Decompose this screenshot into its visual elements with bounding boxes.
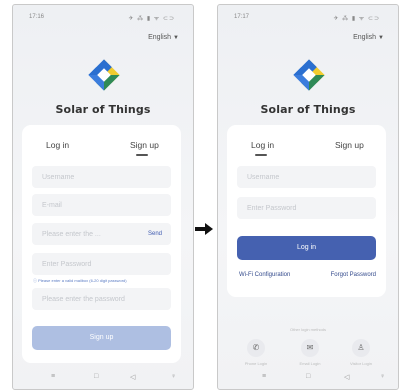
active-tab-indicator (255, 154, 267, 156)
signup-button[interactable]: Sign up (32, 326, 171, 350)
language-selector[interactable]: English ▼ (353, 34, 384, 41)
send-code-button[interactable]: Send (148, 231, 162, 237)
email-login-label: Email Login (299, 361, 321, 366)
app-name: Solar of Things (55, 103, 151, 116)
status-bar: 17:17 ✈ ⁂ ▮ ᯤ ⊂⊃ (218, 11, 398, 22)
status-time: 17:16 (29, 14, 45, 20)
username-field[interactable]: Username (32, 166, 171, 188)
menu-nav-icon[interactable]: ≡ (51, 373, 55, 380)
language-selector[interactable]: English ▼ (148, 34, 179, 41)
phone-icon: ✆ (252, 343, 260, 352)
login-card: Log in Sign up Username Enter Password L… (227, 125, 386, 297)
password-hint-text: Please enter a valid mailbox (6-20 digit… (38, 278, 127, 283)
signup-screen: 17:16 ✈ ⁂ ▮ ᯤ ⊂⊃ English ▼ Solar of Thing… (12, 4, 194, 390)
username-field[interactable]: Username (237, 166, 376, 188)
login-screen: 17:17 ✈ ⁂ ▮ ᯤ ⊂⊃ English ▼ Solar of Thing… (217, 4, 399, 390)
language-label: English (353, 34, 377, 41)
person-icon: ♙ (357, 343, 365, 352)
tab-login[interactable]: Log in (46, 140, 69, 150)
accessibility-nav-icon[interactable]: ♀ (380, 373, 385, 380)
phone-login-label: Phone Login (244, 361, 268, 366)
auth-tabs: Log in Sign up (227, 140, 386, 160)
auth-tabs: Log in Sign up (22, 140, 181, 160)
caret-down-icon: ▼ (173, 35, 179, 41)
confirm-password-field[interactable]: Please enter the password (32, 288, 171, 310)
home-nav-icon[interactable]: □ (94, 373, 98, 380)
login-button[interactable]: Log in (237, 236, 376, 260)
system-nav-bar: ≡ □ ◁ ♀ (13, 373, 193, 383)
solar-of-things-logo (293, 59, 325, 91)
back-nav-icon[interactable]: ◁ (130, 373, 135, 381)
status-bar: 17:16 ✈ ⁂ ▮ ᯤ ⊂⊃ (13, 11, 193, 22)
tab-signup[interactable]: Sign up (130, 140, 159, 150)
right-arrow-icon (195, 223, 213, 235)
verification-code-placeholder: Please enter the ... (42, 231, 101, 238)
status-time: 17:17 (234, 14, 250, 20)
verification-code-field[interactable]: Please enter the ... Send (32, 223, 171, 245)
email-field[interactable]: E-mail (32, 194, 171, 216)
password-field[interactable]: Enter Password (32, 253, 171, 275)
active-tab-indicator (136, 154, 148, 156)
menu-nav-icon[interactable]: ≡ (262, 373, 266, 380)
other-login-methods-label: Other login methods (289, 327, 327, 332)
wifi-configuration-link[interactable]: Wi-Fi Configuration (239, 272, 290, 278)
status-icons: ✈ ⁂ ▮ ᯤ ⊂⊃ (128, 16, 175, 22)
visitor-login-label: Visitor Login (350, 361, 372, 366)
signup-card: Log in Sign up Username E-mail Please en… (22, 125, 181, 363)
email-login-button[interactable]: ✉ (301, 339, 319, 357)
back-nav-icon[interactable]: ◁ (344, 373, 349, 381)
accessibility-nav-icon[interactable]: ♀ (171, 373, 176, 380)
app-name: Solar of Things (260, 103, 356, 116)
system-nav-bar: ≡ □ ◁ ♀ (218, 373, 398, 383)
password-hint: ⓘ Please enter a valid mailbox (6-20 dig… (33, 278, 127, 283)
tab-login[interactable]: Log in (251, 140, 274, 150)
mail-icon: ✉ (306, 343, 314, 352)
status-icons: ✈ ⁂ ▮ ᯤ ⊂⊃ (333, 16, 380, 22)
home-nav-icon[interactable]: □ (306, 373, 310, 380)
tab-signup[interactable]: Sign up (335, 140, 364, 150)
forgot-password-link[interactable]: Forgot Password (331, 272, 376, 278)
language-label: English (148, 34, 172, 41)
caret-down-icon: ▼ (378, 35, 384, 41)
visitor-login-button[interactable]: ♙ (352, 339, 370, 357)
solar-of-things-logo (88, 59, 120, 91)
password-field[interactable]: Enter Password (237, 197, 376, 219)
phone-login-button[interactable]: ✆ (247, 339, 265, 357)
